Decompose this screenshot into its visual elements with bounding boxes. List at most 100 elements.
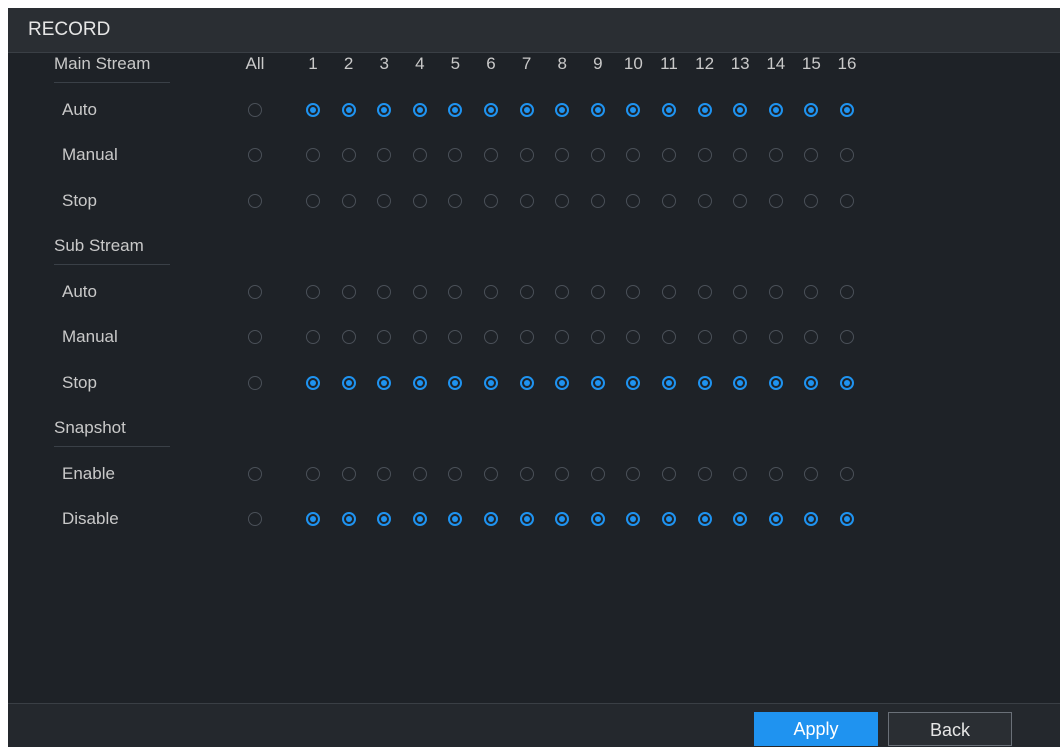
sub-stop-channel-11-radio[interactable] <box>662 375 676 390</box>
sub-auto-all-radio[interactable] <box>248 284 262 299</box>
snapshot-enable-channel-12-radio[interactable] <box>697 466 712 481</box>
main-auto-channel-1-radio[interactable] <box>306 102 320 117</box>
snapshot-enable-channel-4-radio[interactable] <box>412 466 427 481</box>
main-auto-channel-10-radio[interactable] <box>626 102 641 117</box>
main-stop-channel-15-radio[interactable] <box>804 193 819 208</box>
snapshot-disable-channel-6-radio[interactable] <box>484 512 498 526</box>
snapshot-enable-channel-8-radio[interactable] <box>555 466 570 481</box>
sub-manual-channel-7-radio[interactable] <box>519 330 534 344</box>
snapshot-disable-channel-13-radio[interactable] <box>733 512 748 526</box>
main-manual-channel-12-radio[interactable] <box>697 148 712 162</box>
main-manual-channel-15-radio[interactable] <box>804 148 819 162</box>
snapshot-enable-channel-5-radio[interactable] <box>448 466 463 481</box>
sub-stop-channel-12-radio[interactable] <box>697 375 712 390</box>
main-auto-channel-2-radio[interactable] <box>341 102 356 117</box>
main-stop-channel-6-radio[interactable] <box>484 193 498 208</box>
sub-stop-channel-4-radio[interactable] <box>412 375 427 390</box>
main-manual-channel-13-radio[interactable] <box>733 148 748 162</box>
main-manual-channel-1-radio[interactable] <box>306 148 320 162</box>
snapshot-enable-channel-11-radio[interactable] <box>662 466 676 481</box>
sub-stop-channel-5-radio[interactable] <box>448 375 463 390</box>
snapshot-disable-channel-1-radio[interactable] <box>306 512 320 526</box>
sub-auto-channel-6-radio[interactable] <box>484 284 498 299</box>
sub-auto-channel-8-radio[interactable] <box>555 284 570 299</box>
sub-auto-channel-1-radio[interactable] <box>306 284 320 299</box>
main-auto-channel-16-radio[interactable] <box>840 102 854 117</box>
sub-manual-channel-8-radio[interactable] <box>555 330 570 344</box>
sub-manual-channel-12-radio[interactable] <box>697 330 712 344</box>
sub-manual-channel-1-radio[interactable] <box>306 330 320 344</box>
snapshot-disable-channel-2-radio[interactable] <box>341 512 356 526</box>
main-auto-channel-5-radio[interactable] <box>448 102 463 117</box>
snapshot-enable-channel-1-radio[interactable] <box>306 466 320 481</box>
main-stop-channel-10-radio[interactable] <box>626 193 641 208</box>
sub-manual-channel-10-radio[interactable] <box>626 330 641 344</box>
main-auto-channel-7-radio[interactable] <box>519 102 534 117</box>
main-stop-channel-13-radio[interactable] <box>733 193 748 208</box>
sub-auto-channel-14-radio[interactable] <box>768 284 783 299</box>
sub-stop-channel-7-radio[interactable] <box>519 375 534 390</box>
sub-stop-channel-10-radio[interactable] <box>626 375 641 390</box>
main-stop-channel-11-radio[interactable] <box>662 193 676 208</box>
main-manual-channel-9-radio[interactable] <box>590 148 605 162</box>
sub-stop-channel-8-radio[interactable] <box>555 375 570 390</box>
snapshot-enable-channel-15-radio[interactable] <box>804 466 819 481</box>
snapshot-enable-channel-10-radio[interactable] <box>626 466 641 481</box>
sub-stop-channel-2-radio[interactable] <box>341 375 356 390</box>
main-stop-channel-8-radio[interactable] <box>555 193 570 208</box>
sub-manual-channel-5-radio[interactable] <box>448 330 463 344</box>
main-manual-channel-2-radio[interactable] <box>341 148 356 162</box>
sub-auto-channel-3-radio[interactable] <box>377 284 392 299</box>
snapshot-enable-channel-9-radio[interactable] <box>590 466 605 481</box>
sub-auto-channel-10-radio[interactable] <box>626 284 641 299</box>
main-auto-channel-11-radio[interactable] <box>662 102 676 117</box>
sub-manual-channel-9-radio[interactable] <box>590 330 605 344</box>
sub-stop-channel-16-radio[interactable] <box>840 375 854 390</box>
main-auto-channel-4-radio[interactable] <box>412 102 427 117</box>
sub-auto-channel-15-radio[interactable] <box>804 284 819 299</box>
main-auto-channel-13-radio[interactable] <box>733 102 748 117</box>
main-stop-channel-9-radio[interactable] <box>590 193 605 208</box>
snapshot-disable-channel-8-radio[interactable] <box>555 512 570 526</box>
sub-manual-channel-15-radio[interactable] <box>804 330 819 344</box>
main-auto-channel-15-radio[interactable] <box>804 102 819 117</box>
main-manual-channel-7-radio[interactable] <box>519 148 534 162</box>
snapshot-disable-channel-14-radio[interactable] <box>768 512 783 526</box>
main-manual-channel-5-radio[interactable] <box>448 148 463 162</box>
apply-button[interactable]: Apply <box>754 712 878 746</box>
sub-manual-channel-4-radio[interactable] <box>412 330 427 344</box>
snapshot-enable-channel-6-radio[interactable] <box>484 466 498 481</box>
snapshot-disable-channel-12-radio[interactable] <box>697 512 712 526</box>
main-manual-channel-4-radio[interactable] <box>412 148 427 162</box>
sub-manual-all-radio[interactable] <box>248 330 262 344</box>
sub-auto-channel-9-radio[interactable] <box>590 284 605 299</box>
main-auto-all-radio[interactable] <box>248 102 262 117</box>
sub-manual-channel-13-radio[interactable] <box>733 330 748 344</box>
snapshot-disable-channel-9-radio[interactable] <box>590 512 605 526</box>
snapshot-disable-channel-11-radio[interactable] <box>662 512 676 526</box>
main-stop-channel-5-radio[interactable] <box>448 193 463 208</box>
main-auto-channel-6-radio[interactable] <box>484 102 498 117</box>
snapshot-enable-channel-14-radio[interactable] <box>768 466 783 481</box>
main-auto-channel-12-radio[interactable] <box>697 102 712 117</box>
snapshot-enable-channel-13-radio[interactable] <box>733 466 748 481</box>
snapshot-disable-channel-5-radio[interactable] <box>448 512 463 526</box>
snapshot-disable-channel-16-radio[interactable] <box>840 512 854 526</box>
main-auto-channel-14-radio[interactable] <box>768 102 783 117</box>
sub-stop-channel-1-radio[interactable] <box>306 375 320 390</box>
main-stop-channel-2-radio[interactable] <box>341 193 356 208</box>
sub-manual-channel-3-radio[interactable] <box>377 330 392 344</box>
sub-auto-channel-16-radio[interactable] <box>840 284 854 299</box>
main-manual-channel-10-radio[interactable] <box>626 148 641 162</box>
main-stop-channel-4-radio[interactable] <box>412 193 427 208</box>
snapshot-disable-channel-15-radio[interactable] <box>804 512 819 526</box>
sub-stop-channel-14-radio[interactable] <box>768 375 783 390</box>
main-manual-channel-6-radio[interactable] <box>484 148 498 162</box>
sub-manual-channel-14-radio[interactable] <box>768 330 783 344</box>
main-stop-channel-3-radio[interactable] <box>377 193 392 208</box>
main-auto-channel-9-radio[interactable] <box>590 102 605 117</box>
back-button[interactable]: Back <box>888 712 1012 746</box>
sub-stop-channel-3-radio[interactable] <box>377 375 392 390</box>
snapshot-enable-channel-3-radio[interactable] <box>377 466 392 481</box>
main-manual-channel-14-radio[interactable] <box>768 148 783 162</box>
